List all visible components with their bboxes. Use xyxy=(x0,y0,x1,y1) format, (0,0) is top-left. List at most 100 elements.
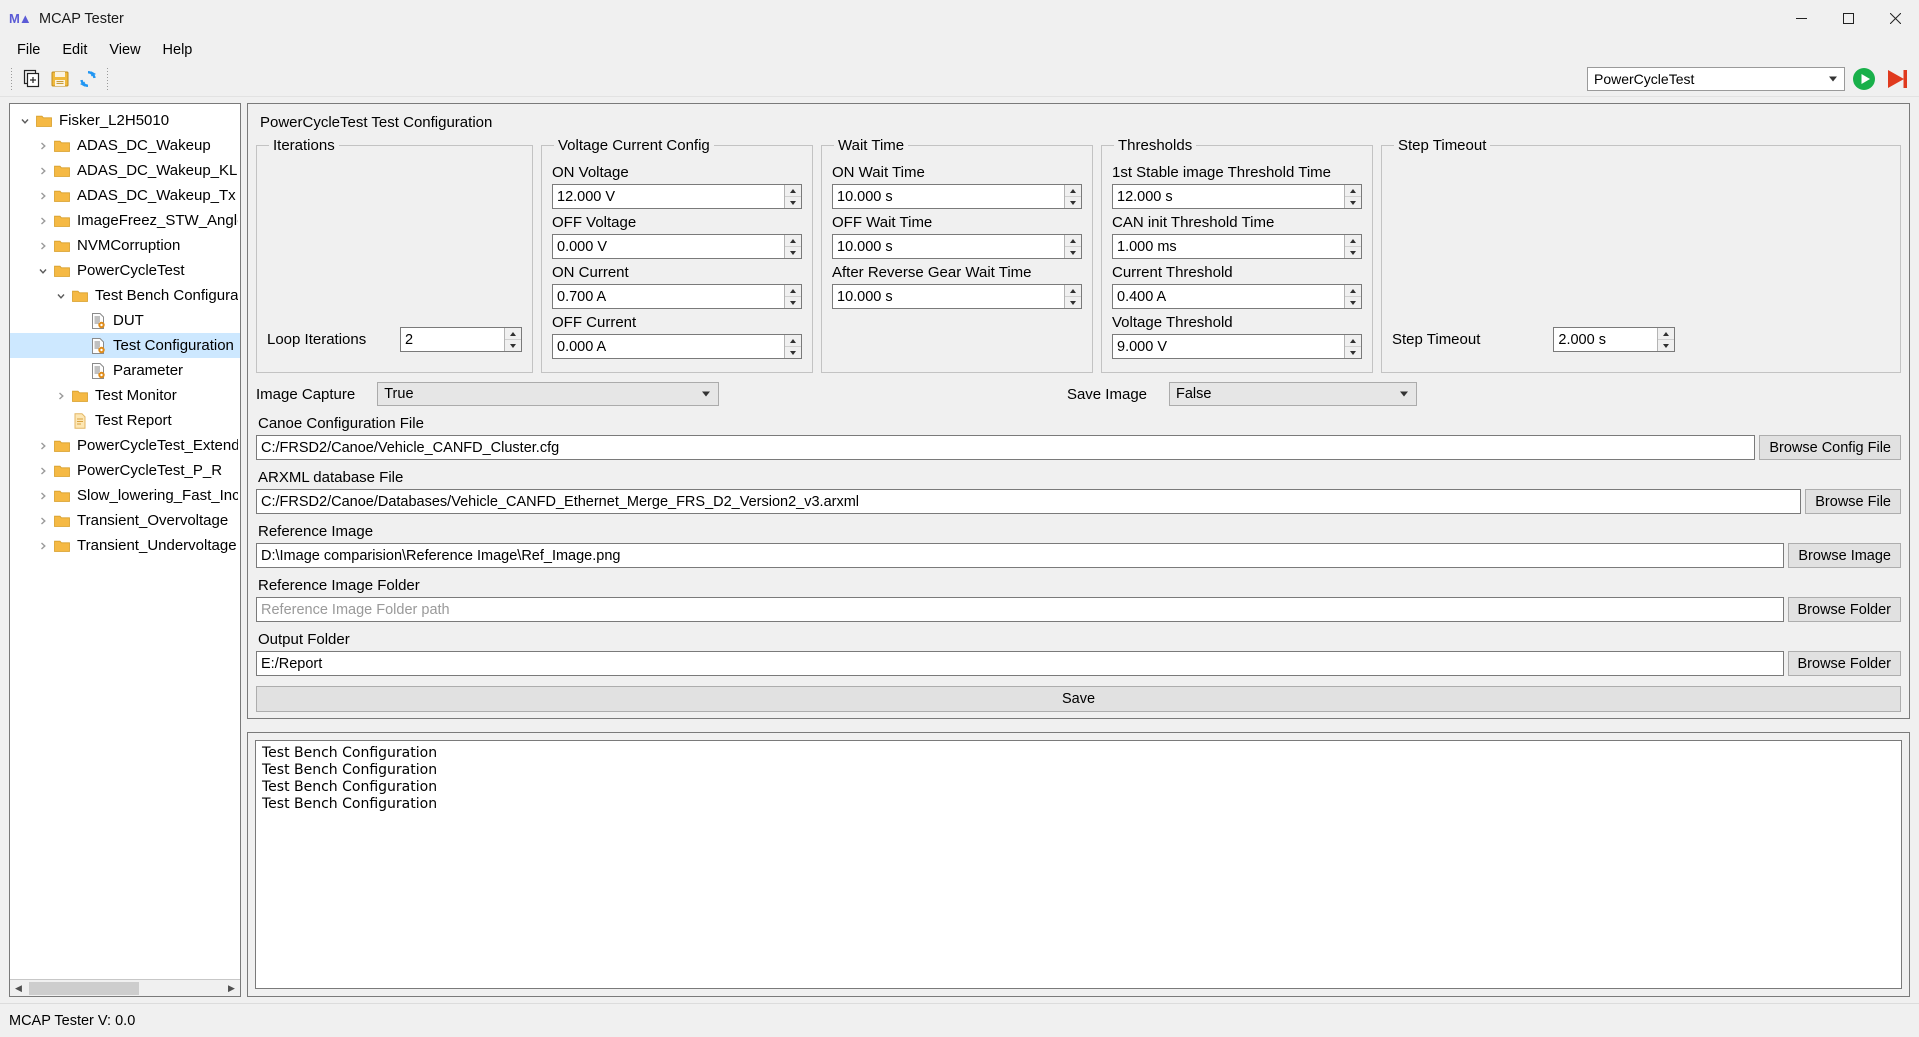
step-timeout-value[interactable]: 2.000 s xyxy=(1554,328,1657,351)
save-button[interactable]: Save xyxy=(256,686,1901,712)
browse-button[interactable]: Browse Config File xyxy=(1759,435,1901,460)
browse-button[interactable]: Browse Folder xyxy=(1787,597,1901,622)
spin-down-icon[interactable] xyxy=(1065,197,1081,208)
toolbar-grip-2[interactable] xyxy=(105,68,111,90)
image-capture-dropdown[interactable]: True xyxy=(377,382,720,406)
field-stepper[interactable]: 0.700 A xyxy=(552,284,802,309)
chevron-right-icon[interactable] xyxy=(34,491,52,501)
spin-down-icon[interactable] xyxy=(785,247,801,258)
tree-horizontal-scrollbar[interactable]: ◀ ▶ xyxy=(10,979,240,996)
field-stepper[interactable]: 10.000 s xyxy=(832,284,1082,309)
spin-buttons[interactable] xyxy=(784,185,801,208)
browse-button[interactable]: Browse File xyxy=(1805,489,1901,514)
minimize-icon[interactable] xyxy=(1778,0,1825,38)
tree-item-nvmcorruption[interactable]: NVMCorruption xyxy=(10,233,240,258)
scroll-right-icon[interactable]: ▶ xyxy=(223,979,240,996)
field-value[interactable]: 0.700 A xyxy=(553,285,784,308)
loop-iterations-spin-buttons[interactable] xyxy=(504,328,521,351)
scrollbar-track[interactable] xyxy=(27,979,223,996)
menu-help[interactable]: Help xyxy=(152,40,204,60)
tree-item-adas-dc-wakeup[interactable]: ADAS_DC_Wakeup xyxy=(10,133,240,158)
field-value[interactable]: 10.000 s xyxy=(833,235,1064,258)
field-value[interactable]: 0.000 A xyxy=(553,335,784,358)
tree-item-fisker-l2h5010[interactable]: Fisker_L2H5010 xyxy=(10,108,240,133)
toolbar-grip[interactable] xyxy=(9,68,15,90)
menu-view[interactable]: View xyxy=(98,40,151,60)
chevron-right-icon[interactable] xyxy=(34,191,52,201)
spin-down-icon[interactable] xyxy=(1345,347,1361,358)
test-selector-dropdown[interactable]: PowerCycleTest xyxy=(1587,67,1845,91)
save-image-dropdown[interactable]: False xyxy=(1169,382,1417,406)
log-output[interactable]: Test Bench Configuration Test Bench Confi… xyxy=(255,740,1902,989)
spin-buttons[interactable] xyxy=(1344,285,1361,308)
spin-down-icon[interactable] xyxy=(505,340,521,351)
loop-iterations-value[interactable]: 2 xyxy=(401,328,504,351)
spin-up-icon[interactable] xyxy=(1345,335,1361,347)
field-value[interactable]: 9.000 V xyxy=(1113,335,1344,358)
field-value[interactable]: 12.000 V xyxy=(553,185,784,208)
field-stepper[interactable]: 10.000 s xyxy=(832,184,1082,209)
field-value[interactable]: 12.000 s xyxy=(1113,185,1344,208)
tree-item-transient-undervoltage[interactable]: Transient_Undervoltage xyxy=(10,533,240,558)
tree-item-slow-lowering-fast-increasing[interactable]: Slow_lowering_Fast_Increasing xyxy=(10,483,240,508)
new-document-icon[interactable] xyxy=(18,65,46,93)
scrollbar-thumb[interactable] xyxy=(29,981,139,995)
chevron-right-icon[interactable] xyxy=(34,441,52,451)
run-play-icon[interactable] xyxy=(1851,66,1877,92)
tree-item-adas-dc-wakeup-tx[interactable]: ADAS_DC_Wakeup_Tx xyxy=(10,183,240,208)
maximize-icon[interactable] xyxy=(1825,0,1872,38)
tree-item-test-configuration[interactable]: Test Configuration xyxy=(10,333,240,358)
spin-buttons[interactable] xyxy=(1064,285,1081,308)
spin-up-icon[interactable] xyxy=(1658,328,1675,340)
spin-down-icon[interactable] xyxy=(1345,197,1361,208)
field-value[interactable]: 0.000 V xyxy=(553,235,784,258)
chevron-right-icon[interactable] xyxy=(34,216,52,226)
spin-buttons[interactable] xyxy=(1344,235,1361,258)
spin-buttons[interactable] xyxy=(1064,185,1081,208)
field-stepper[interactable]: 9.000 V xyxy=(1112,334,1362,359)
field-stepper[interactable]: 12.000 s xyxy=(1112,184,1362,209)
field-stepper[interactable]: 0.000 V xyxy=(552,234,802,259)
field-stepper[interactable]: 0.400 A xyxy=(1112,284,1362,309)
spin-up-icon[interactable] xyxy=(1345,285,1361,297)
spin-up-icon[interactable] xyxy=(785,235,801,247)
field-stepper[interactable]: 12.000 V xyxy=(552,184,802,209)
spin-up-icon[interactable] xyxy=(1065,235,1081,247)
tree-item-test-monitor[interactable]: Test Monitor xyxy=(10,383,240,408)
close-icon[interactable] xyxy=(1872,0,1919,38)
spin-down-icon[interactable] xyxy=(785,297,801,308)
stop-icon[interactable] xyxy=(1883,66,1909,92)
spin-up-icon[interactable] xyxy=(1345,185,1361,197)
chevron-right-icon[interactable] xyxy=(34,141,52,151)
chevron-right-icon[interactable] xyxy=(34,541,52,551)
spin-buttons[interactable] xyxy=(1344,335,1361,358)
chevron-right-icon[interactable] xyxy=(34,466,52,476)
save-floppy-icon[interactable] xyxy=(46,65,74,93)
browse-button[interactable]: Browse Image xyxy=(1788,543,1901,568)
spin-down-icon[interactable] xyxy=(785,347,801,358)
chevron-right-icon[interactable] xyxy=(34,516,52,526)
field-value[interactable]: 10.000 s xyxy=(833,185,1064,208)
spin-buttons[interactable] xyxy=(1344,185,1361,208)
field-stepper[interactable]: 0.000 A xyxy=(552,334,802,359)
tree-item-test-report[interactable]: Test Report xyxy=(10,408,240,433)
field-value[interactable]: 1.000 ms xyxy=(1113,235,1344,258)
chevron-down-icon[interactable] xyxy=(34,266,52,276)
chevron-right-icon[interactable] xyxy=(52,391,70,401)
spin-buttons[interactable] xyxy=(784,335,801,358)
path-input[interactable]: Reference Image Folder path xyxy=(256,597,1784,622)
spin-down-icon[interactable] xyxy=(1065,247,1081,258)
spin-down-icon[interactable] xyxy=(1345,297,1361,308)
browse-button[interactable]: Browse Folder xyxy=(1787,651,1901,676)
tree-item-powercycletest[interactable]: PowerCycleTest xyxy=(10,258,240,283)
path-input[interactable]: D:\Image comparision\Reference Image\Ref… xyxy=(256,543,1785,568)
spin-up-icon[interactable] xyxy=(1065,185,1081,197)
spin-up-icon[interactable] xyxy=(785,285,801,297)
spin-buttons[interactable] xyxy=(1064,235,1081,258)
spin-buttons[interactable] xyxy=(784,285,801,308)
spin-down-icon[interactable] xyxy=(785,197,801,208)
chevron-down-icon[interactable] xyxy=(16,116,34,126)
menu-file[interactable]: File xyxy=(6,40,51,60)
tree-item-imagefreez-stw-angle[interactable]: ImageFreez_STW_Angle xyxy=(10,208,240,233)
chevron-right-icon[interactable] xyxy=(34,166,52,176)
